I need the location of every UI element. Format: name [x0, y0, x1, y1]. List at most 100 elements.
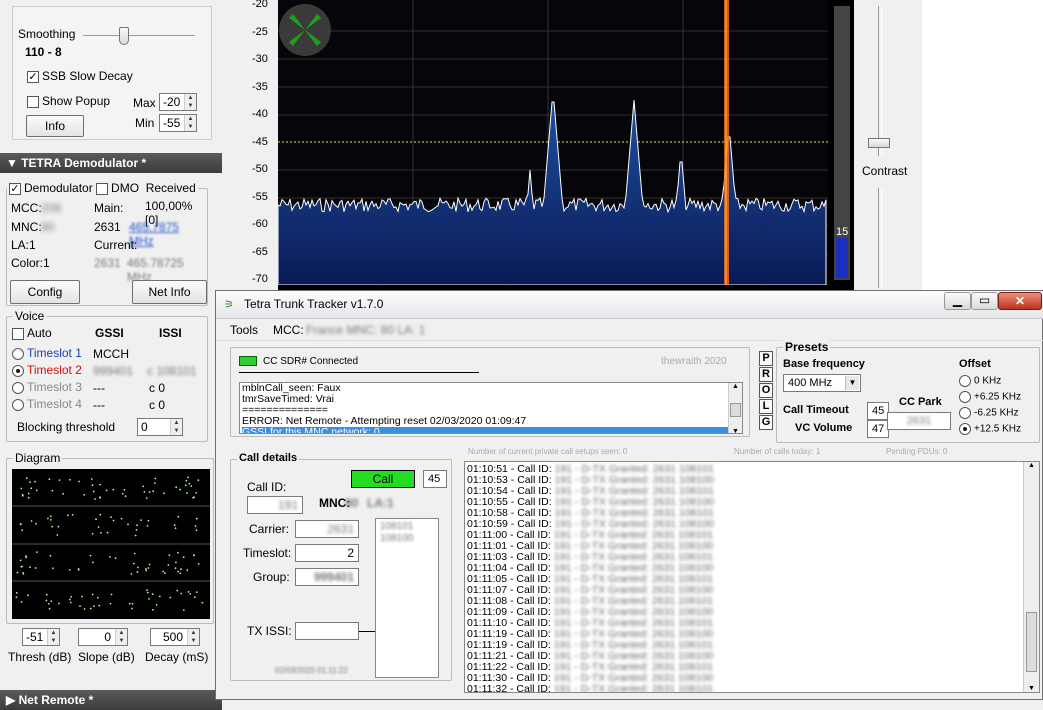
presets-title: Presets	[783, 340, 831, 354]
info-button[interactable]: Info	[26, 115, 84, 137]
call-count-value: 45	[428, 473, 441, 485]
issi-list-items: 108101 108100	[376, 519, 438, 547]
call-log-list[interactable]: 01:10:51 - Call ID: 191 - D-TX Granted: …	[464, 461, 1040, 693]
prolg-button-g[interactable]: G	[759, 415, 773, 430]
thresh-stepper[interactable]: -51 ▲ ▼	[22, 628, 60, 646]
timeslot-3-radio[interactable]: Timeslot 3	[12, 380, 82, 394]
timeslot-field[interactable]: 2	[295, 544, 359, 562]
prolg-button-r[interactable]: R	[759, 367, 773, 382]
auto-label: Auto	[27, 326, 52, 340]
group-field[interactable]: 999401	[295, 568, 359, 586]
left-panel: Smoothing 110 - 8 ✓ SSB Slow Decay Show P…	[0, 0, 222, 710]
level-meter: 15	[834, 6, 850, 280]
min-stepper[interactable]: -55 ▲ ▼	[159, 114, 197, 132]
vc-volume-field[interactable]: 47	[867, 420, 889, 438]
prolg-button-o[interactable]: O	[759, 383, 773, 398]
base-frequency-select[interactable]: 400 MHz ▼	[783, 374, 861, 392]
timeslot-2-issi: c 108101	[147, 364, 197, 378]
timeslot-4-radio[interactable]: Timeslot 4	[12, 397, 82, 411]
timeslot-3-gssi: ---	[93, 381, 105, 395]
call-detail: 191 - D-TX Granted: 2631 108101	[550, 683, 714, 693]
spin-arrows-icon[interactable]: ▲ ▼	[187, 629, 199, 645]
prolg-button-l[interactable]: L	[759, 399, 773, 414]
prolg-button-p[interactable]: P	[759, 351, 773, 366]
offset-1-radio[interactable]: +6.25 KHz	[959, 391, 1021, 403]
menu-tools[interactable]: Tools	[230, 323, 258, 337]
smoothing-label: Smoothing	[18, 27, 76, 41]
scroll-down-icon[interactable]: ▼	[1024, 685, 1039, 692]
y-tick-label: -60	[252, 218, 268, 230]
show-popup-checkbox[interactable]: Show Popup	[27, 94, 110, 108]
radio-icon	[959, 407, 971, 419]
smoothing-slider-thumb[interactable]	[119, 27, 129, 45]
zoom-slider[interactable]	[878, 188, 882, 288]
decay-stepper[interactable]: 500 ▲ ▼	[150, 628, 200, 646]
offset-3-radio[interactable]: +12.5 KHz	[959, 423, 1021, 435]
minimize-button[interactable]: ▁	[944, 292, 971, 310]
auto-checkbox[interactable]: Auto	[12, 326, 52, 340]
check-icon[interactable]: ✓	[9, 182, 21, 195]
net-remote-header[interactable]: ▶ Net Remote *	[0, 690, 222, 710]
smoothing-slider[interactable]	[83, 35, 195, 39]
check-icon: ✓	[27, 70, 39, 83]
offset-label: Offset	[959, 358, 991, 370]
offset-2-radio[interactable]: -6.25 KHz	[959, 407, 1018, 419]
menu-bar: Tools MCC: France MNC: 80 LA: 1	[216, 319, 1043, 341]
demodulator-group-title: ✓ Demodulator DMO Received	[7, 181, 198, 195]
tx-issi-label: TX ISSI:	[247, 624, 292, 638]
call-timeout-label: Call Timeout	[783, 404, 849, 416]
scroll-up-icon[interactable]: ▲	[729, 383, 742, 390]
log-lines: mblnCall_seen: Faux tmrSaveTimed: Vrai ===…	[240, 383, 742, 433]
log-scrollbar[interactable]: ▲ ▼	[728, 383, 742, 433]
tx-issi-field[interactable]	[295, 622, 359, 640]
spectrum-plot[interactable]	[278, 0, 828, 285]
timeslot-1-radio[interactable]: Timeslot 1	[12, 346, 82, 360]
call-indicator-button[interactable]: Call	[351, 470, 415, 488]
contrast-slider-top[interactable]	[878, 6, 882, 156]
chevron-down-icon: ▼	[845, 376, 859, 390]
y-tick-label: -65	[252, 245, 268, 258]
config-button[interactable]: Config	[10, 280, 80, 304]
issi-list[interactable]: 108101 108100	[375, 518, 439, 678]
scroll-thumb[interactable]	[730, 403, 741, 417]
dmo-checkbox[interactable]	[96, 182, 109, 195]
menu-mcc-value: France MNC: 80 LA: 1	[306, 323, 426, 337]
spin-arrows-icon[interactable]: ▲ ▼	[184, 115, 196, 131]
cc-park-field[interactable]: 2631	[887, 412, 951, 430]
call-timeout-field[interactable]: 45	[867, 402, 889, 420]
title-bar[interactable]: ⚞ Tetra Trunk Tracker v1.7.0 ▁ ▭ ✕	[216, 291, 1043, 319]
net-info-button[interactable]: Net Info	[132, 280, 207, 304]
spin-arrows-icon[interactable]: ▲ ▼	[170, 419, 182, 435]
issi-list-item[interactable]: 108100	[380, 533, 434, 545]
scroll-thumb[interactable]	[1026, 612, 1037, 672]
ssb-slow-decay-checkbox[interactable]: ✓ SSB Slow Decay	[27, 69, 133, 83]
slope-stepper[interactable]: 0 ▲ ▼	[78, 628, 128, 646]
spin-arrows-icon[interactable]: ▲ ▼	[184, 94, 196, 110]
log-box[interactable]: mblnCall_seen: Faux tmrSaveTimed: Vrai ===…	[239, 382, 743, 434]
blocking-threshold-stepper[interactable]: 0 ▲ ▼	[137, 418, 183, 436]
offset-0-radio[interactable]: 0 KHz	[959, 375, 1001, 387]
constellation-diagram	[12, 469, 210, 619]
timeslot-2-radio[interactable]: Timeslot 2	[12, 363, 82, 377]
log-line: GSSI for this MNC network: 0	[242, 427, 742, 433]
spin-arrows-icon[interactable]: ▲ ▼	[47, 629, 59, 645]
issi-list-item[interactable]: 108101	[380, 521, 434, 533]
spectrum-area: -20 -25 -30 -35 -40 -45 -50 -55 -60 -65 -70 15	[222, 0, 922, 292]
base-frequency-label: Base frequency	[783, 358, 865, 370]
call-id-field[interactable]: 191	[247, 496, 303, 514]
calls-today-stat: Number of calls today: 1	[734, 447, 821, 456]
max-stepper[interactable]: -20 ▲ ▼	[159, 93, 197, 111]
radio-icon	[12, 347, 24, 360]
scroll-up-icon[interactable]: ▲	[1024, 462, 1039, 469]
spin-arrows-icon[interactable]: ▲ ▼	[115, 629, 127, 645]
maximize-button[interactable]: ▭	[971, 292, 998, 310]
close-button[interactable]: ✕	[998, 292, 1042, 310]
call-log-scrollbar[interactable]: ▲ ▼	[1023, 462, 1039, 692]
timeslot-1-gssi: MCCH	[93, 347, 129, 361]
contrast-slider-thumb[interactable]	[868, 138, 890, 148]
y-tick-label: -45	[252, 135, 268, 148]
tetra-demodulator-header[interactable]: ▼ TETRA Demodulator *	[0, 153, 222, 173]
mnc-frequency-link[interactable]: 465.7875 MHz	[129, 220, 207, 248]
table-row[interactable]: 01:11:32 - Call ID: 191 - D-TX Granted: …	[467, 684, 1039, 693]
carrier-field[interactable]: 2631	[295, 520, 359, 538]
